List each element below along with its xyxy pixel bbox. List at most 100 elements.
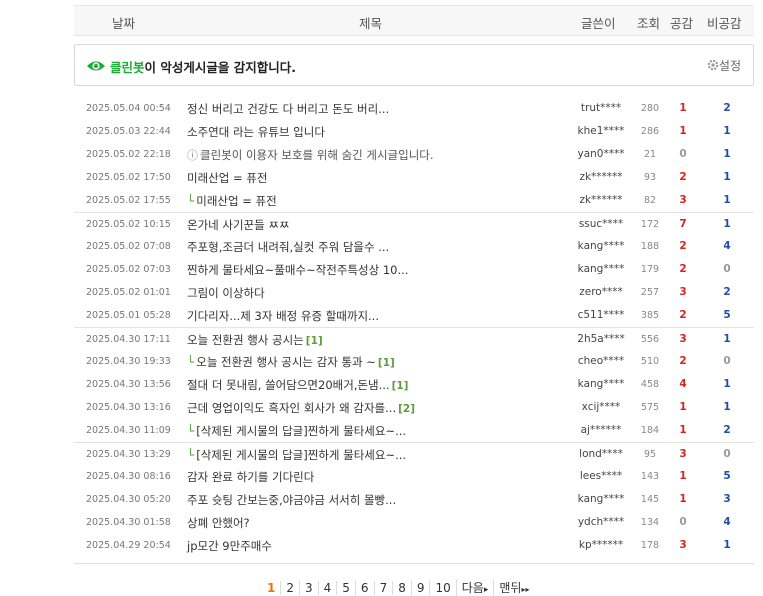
- post-author[interactable]: xcij****: [571, 401, 631, 413]
- table-row: 2025.04.30 13:16 근데 영업이익도 흑자인 회사가 왜 감자를..…: [74, 396, 754, 419]
- page-link-7[interactable]: 7: [373, 581, 393, 595]
- post-author[interactable]: ydch****: [571, 516, 631, 528]
- post-title-link[interactable]: 주포형,조금더 내려줘,실컷 주워 담을수 ...: [187, 239, 389, 255]
- post-views: 93: [643, 172, 657, 183]
- cleanbot-banner: 클린봇이 악성게시글을 감지합니다. 설정: [74, 44, 754, 86]
- next-page-button[interactable]: 다음 ▸: [455, 579, 494, 596]
- post-author[interactable]: zk******: [571, 171, 631, 183]
- post-title-link[interactable]: 오늘 전환권 행사 공시는 [1]: [187, 332, 323, 348]
- post-date: 2025.05.02 17:55: [86, 195, 171, 206]
- post-views: 134: [640, 517, 660, 528]
- post-dislikes: 1: [723, 148, 731, 160]
- page-link-2[interactable]: 2: [280, 581, 299, 595]
- table-row: 2025.04.30 05:20 주포 슛팅 간보는중,야금야금 서서히 몰빵..…: [74, 488, 754, 511]
- post-author[interactable]: c511****: [571, 309, 631, 321]
- info-icon: ⓘ: [187, 149, 198, 162]
- post-title-link[interactable]: jp모간 9만주매수: [187, 538, 272, 554]
- post-views: 184: [640, 425, 660, 436]
- page-link-9[interactable]: 9: [410, 581, 430, 595]
- reply-arrow-icon: └: [187, 448, 195, 462]
- post-views: 385: [640, 310, 660, 321]
- cleanbot-brand: 클린봇: [110, 60, 145, 75]
- post-likes: 3: [679, 333, 687, 345]
- post-title-link[interactable]: └ 미래산업 = 퓨전: [187, 193, 277, 209]
- post-author[interactable]: kp******: [571, 539, 631, 551]
- post-title: 오늘 전환권 행사 공시는: [187, 333, 304, 347]
- page-link-3[interactable]: 3: [299, 581, 318, 595]
- post-title: 찐하게 물타세요~풀매수~작전주특성상 10...: [187, 263, 409, 277]
- post-date: 2025.05.01 05:28: [86, 310, 171, 321]
- post-title-link[interactable]: 온가네 사기꾼들 ㅉㅉ: [187, 217, 290, 233]
- comment-count: [1]: [377, 357, 395, 369]
- post-title-link[interactable]: └ [삭제된 게시물의 답글]찐하게 물타세요~...: [187, 447, 406, 463]
- cleanbot-settings-button[interactable]: 설정: [707, 57, 741, 74]
- post-author[interactable]: kang****: [571, 493, 631, 505]
- last-page-button[interactable]: 맨뒤 ▸▸: [493, 579, 534, 596]
- post-date: 2025.05.02 17:50: [86, 172, 171, 183]
- post-author[interactable]: ssuc****: [571, 218, 631, 230]
- table-row: 2025.04.30 11:09 └ [삭제된 게시물의 답글]찐하게 물타세요~.…: [74, 419, 754, 442]
- post-author[interactable]: khe1****: [571, 125, 631, 137]
- post-dislikes: 0: [723, 448, 731, 460]
- post-author[interactable]: kang****: [571, 263, 631, 275]
- post-dislikes: 1: [723, 171, 731, 183]
- post-title-link[interactable]: 그림이 이상하다: [187, 285, 265, 301]
- page-link-8[interactable]: 8: [392, 581, 411, 595]
- post-title: 미래산업 = 퓨전: [196, 194, 277, 208]
- post-title: jp모간 9만주매수: [187, 539, 272, 553]
- post-author[interactable]: kang****: [571, 240, 631, 252]
- post-author[interactable]: lond****: [571, 448, 631, 460]
- post-title: 클린봇이 이용자 보호를 위해 숨긴 게시글입니다.: [200, 148, 434, 162]
- post-likes: 2: [679, 309, 687, 321]
- page-link-1[interactable]: 1: [262, 581, 280, 595]
- post-title-link[interactable]: 기다리자...제 3자 배정 유증 할때까지...: [187, 308, 379, 324]
- post-author[interactable]: zk******: [571, 194, 631, 206]
- post-date: 2025.04.30 19:33: [86, 356, 171, 367]
- page-link-5[interactable]: 5: [336, 581, 355, 595]
- table-row: 2025.04.30 13:29 └ [삭제된 게시물의 답글]찐하게 물타세요~.…: [74, 442, 754, 465]
- post-author[interactable]: trut****: [571, 102, 631, 114]
- post-title-link[interactable]: 정신 버리고 건강도 다 버리고 돈도 버리...: [187, 101, 389, 117]
- divider: [74, 563, 754, 564]
- post-likes: 2: [679, 263, 687, 275]
- board: 날짜 제목 글쓴이 조회 공감 비공감 클린봇이 악성게시글을 감지합니다. 설…: [74, 5, 754, 553]
- post-date: 2025.04.29 20:54: [86, 540, 171, 551]
- post-views: 21: [643, 149, 657, 160]
- post-title-link[interactable]: 감자 완료 하기를 기다린다: [187, 469, 314, 485]
- post-dislikes: 1: [723, 333, 731, 345]
- table-header: 날짜 제목 글쓴이 조회 공감 비공감: [74, 5, 754, 36]
- post-author[interactable]: kang****: [571, 378, 631, 390]
- settings-label: 설정: [718, 59, 741, 73]
- post-author[interactable]: yan0****: [571, 148, 631, 160]
- post-date: 2025.05.03 22:44: [86, 126, 171, 137]
- post-author[interactable]: zero****: [571, 286, 631, 298]
- post-likes: 1: [679, 493, 687, 505]
- post-title-link[interactable]: 상폐 안했어?: [187, 515, 250, 531]
- post-title: [삭제된 게시물의 답글]찐하게 물타세요~...: [196, 448, 407, 462]
- post-title-link[interactable]: ⓘ 클린봇이 이용자 보호를 위해 숨긴 게시글입니다.: [187, 147, 434, 163]
- post-author[interactable]: aj******: [571, 424, 631, 436]
- post-title-link[interactable]: └ [삭제된 게시물의 답글]찐하게 물타세요~...: [187, 423, 406, 439]
- post-dislikes: 4: [723, 516, 731, 528]
- post-title-link[interactable]: 절대 더 못내림, 쓸어담으면20배거,돈냄... [1]: [187, 377, 408, 393]
- post-title-link[interactable]: 주포 슛팅 간보는중,야금야금 서서히 몰빵...: [187, 492, 396, 508]
- post-date: 2025.05.02 07:08: [86, 241, 171, 252]
- post-title-link[interactable]: 미래산업 = 퓨전: [187, 170, 267, 186]
- post-dislikes: 1: [723, 539, 731, 551]
- comment-count: [2]: [398, 403, 416, 415]
- post-date: 2025.05.04 00:54: [86, 103, 171, 114]
- post-views: 145: [640, 494, 660, 505]
- post-title-link[interactable]: 근데 영업이익도 흑자인 회사가 왜 감자를... [2]: [187, 400, 415, 416]
- page-link-10[interactable]: 10: [429, 581, 455, 595]
- post-date: 2025.04.30 13:56: [86, 379, 171, 390]
- page-link-6[interactable]: 6: [354, 581, 374, 595]
- post-title-link[interactable]: 소주연대 라는 유튜브 입니다: [187, 124, 325, 140]
- post-title-link[interactable]: └ 오늘 전환권 행사 공시는 감자 통과 ~ [1]: [187, 354, 395, 370]
- post-title-link[interactable]: 찐하게 물타세요~풀매수~작전주특성상 10...: [187, 262, 408, 278]
- post-author[interactable]: 2h5a****: [571, 333, 631, 345]
- post-author[interactable]: lees****: [571, 470, 631, 482]
- post-dislikes: 0: [723, 263, 731, 275]
- post-author[interactable]: cheo****: [571, 355, 631, 367]
- page-link-4[interactable]: 4: [317, 581, 337, 595]
- post-title: 소주연대 라는 유튜브 입니다: [187, 125, 325, 139]
